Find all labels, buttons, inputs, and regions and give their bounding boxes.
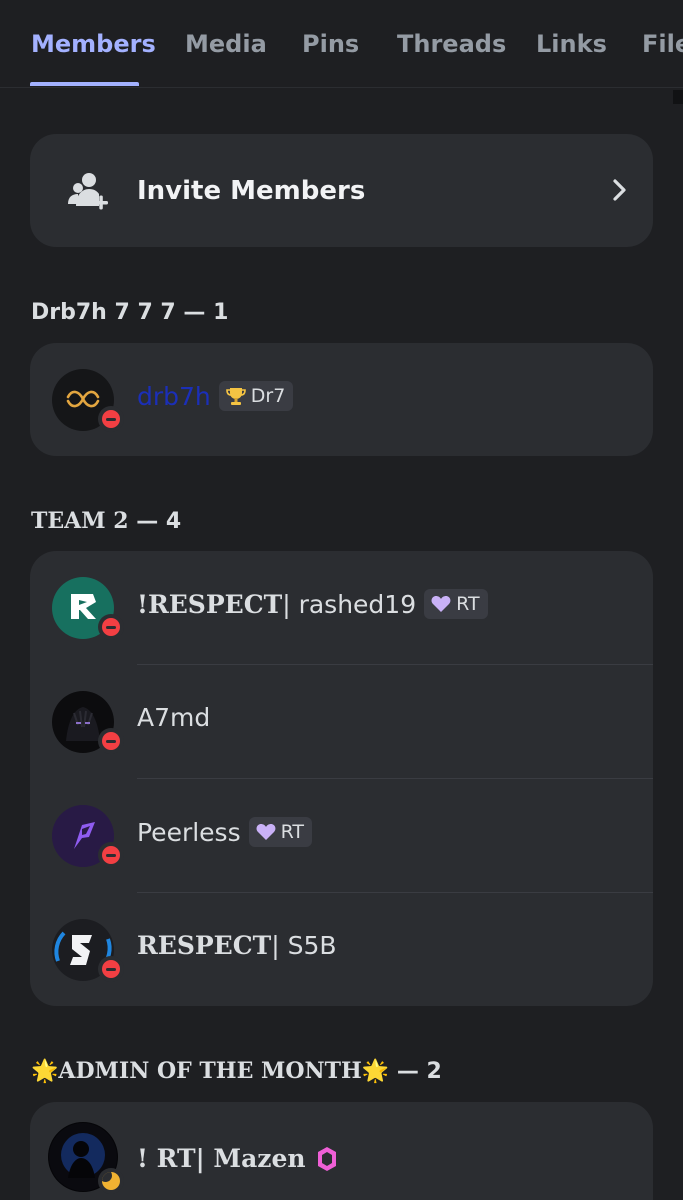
dnd-status-icon <box>98 614 124 640</box>
role-count: 4 <box>165 509 182 534</box>
member-list-drb7h: drb7h Dr7 <box>30 343 653 456</box>
styled-prefix: RESPECT <box>137 931 272 960</box>
trophy-icon <box>225 388 246 405</box>
username: | S5B <box>271 931 337 960</box>
username: drb7h <box>137 381 211 411</box>
styled-prefix: !RESPECT <box>137 589 283 619</box>
tab-files[interactable]: File <box>642 30 683 58</box>
idle-status-icon <box>98 1168 124 1194</box>
member-name: drb7h Dr7 <box>137 381 294 411</box>
tag-label: Dr7 <box>250 385 286 407</box>
role-count: 1 <box>213 300 229 325</box>
member-row-a7md[interactable]: A7md <box>30 665 653 779</box>
tag-label: RT <box>280 821 305 843</box>
role-name: ADMIN OF THE MONTH <box>58 1058 362 1084</box>
member-name: Peerless RT <box>137 817 313 847</box>
server-tag[interactable]: RT <box>248 817 313 847</box>
styled-prefix: ! RT <box>137 1144 196 1173</box>
username: | rashed19 <box>282 589 417 619</box>
server-tag[interactable]: Dr7 <box>218 381 294 411</box>
pink-gem-icon <box>317 1146 336 1171</box>
tab-links[interactable]: Links <box>536 30 607 58</box>
chevron-right-icon <box>613 179 626 201</box>
star-icon: 🌟 <box>361 1059 390 1084</box>
star-icon: 🌟 <box>31 1059 59 1084</box>
member-name: A7md <box>137 703 210 732</box>
member-name: ! RT | Mazen <box>137 1144 338 1173</box>
member-row-drb7h[interactable]: drb7h Dr7 <box>30 343 653 456</box>
role-separator: — <box>389 1059 427 1084</box>
dnd-status-icon <box>98 842 124 868</box>
dnd-status-icon <box>98 728 124 754</box>
invite-members-button[interactable]: Invite Members <box>30 134 653 247</box>
purple-heart-icon <box>431 596 451 612</box>
role-separator: — <box>175 300 214 325</box>
role-header-team-2: TEAM 2 — 4 <box>31 508 181 534</box>
role-separator: — <box>128 509 166 534</box>
add-user-icon <box>68 173 108 210</box>
member-row-rashed19[interactable]: !RESPECT | rashed19 RT <box>30 551 653 665</box>
scrollbar-thumb[interactable] <box>673 90 683 104</box>
server-tag[interactable]: RT <box>424 589 488 619</box>
tab-members[interactable]: Members <box>31 30 156 58</box>
member-list-admin-of-the-month: ! RT | Mazen <box>30 1102 653 1200</box>
tab-pins[interactable]: Pins <box>302 30 359 58</box>
dnd-status-icon <box>98 956 124 982</box>
username: | Mazen <box>195 1144 306 1173</box>
member-row-mazen[interactable]: ! RT | Mazen <box>30 1102 653 1200</box>
member-row-s5b[interactable]: RESPECT | S5B <box>30 893 653 1006</box>
role-count: 2 <box>426 1059 442 1084</box>
role-name: Drb7h 7 7 7 <box>31 300 176 325</box>
role-name: TEAM 2 <box>31 508 129 534</box>
active-tab-indicator <box>30 82 139 86</box>
member-name: RESPECT | S5B <box>137 931 337 960</box>
tab-media[interactable]: Media <box>185 30 267 58</box>
dnd-status-icon <box>98 406 124 432</box>
username: Peerless <box>137 817 241 847</box>
tab-threads[interactable]: Threads <box>397 30 506 58</box>
member-name: !RESPECT | rashed19 RT <box>137 589 488 619</box>
tab-bar: Members Media Pins Threads Links File <box>0 0 683 88</box>
role-header-admin-of-the-month: 🌟ADMIN OF THE MONTH🌟 — 2 <box>31 1058 442 1084</box>
purple-heart-icon <box>256 824 276 840</box>
member-list-team-2: !RESPECT | rashed19 RT A7md Peerless RT … <box>30 551 653 1006</box>
member-row-peerless[interactable]: Peerless RT <box>30 779 653 893</box>
tag-label: RT <box>456 593 480 615</box>
invite-members-label: Invite Members <box>137 176 366 206</box>
role-header-drb7h: Drb7h 7 7 7 — 1 <box>31 300 228 325</box>
username: A7md <box>137 703 211 732</box>
